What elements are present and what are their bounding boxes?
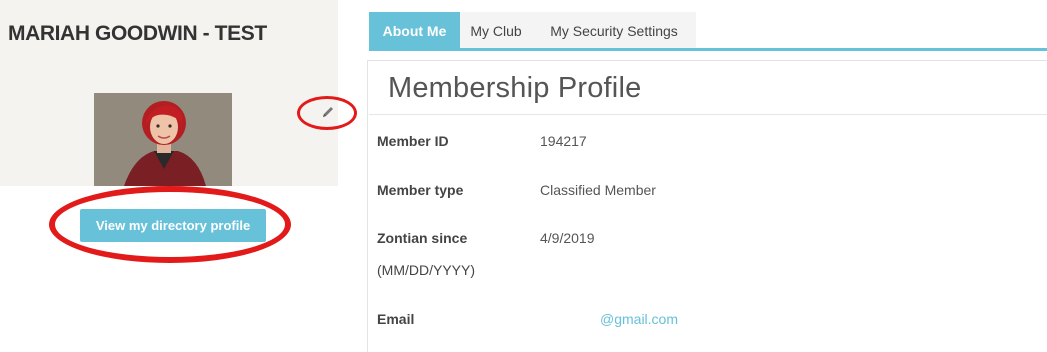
member-name: MARIAH GOODWIN - TEST (8, 22, 267, 45)
tab-about-me[interactable]: About Me (369, 12, 460, 48)
tab-my-security-settings[interactable]: My Security Settings (532, 12, 696, 48)
pencil-icon[interactable] (316, 100, 340, 124)
member-id-value: 194217 (540, 133, 587, 149)
email-value[interactable]: @gmail.com (600, 311, 678, 327)
member-type-value: Classified Member (540, 182, 656, 198)
zontian-since-label: Zontian since (377, 230, 468, 246)
email-label: Email (377, 311, 415, 327)
zontian-since-value: 4/9/2019 (540, 230, 595, 246)
page-title: Membership Profile (388, 72, 642, 104)
date-format-hint: (MM/DD/YYYY) (377, 262, 475, 278)
profile-photo (94, 93, 232, 186)
divider (369, 114, 1047, 115)
tab-bar: About Me My Club My Security Settings (369, 12, 1047, 51)
view-directory-profile-button[interactable]: View my directory profile (80, 209, 266, 242)
member-type-label: Member type (377, 182, 464, 198)
tab-my-club[interactable]: My Club (460, 12, 532, 48)
member-id-label: Member ID (377, 133, 449, 149)
